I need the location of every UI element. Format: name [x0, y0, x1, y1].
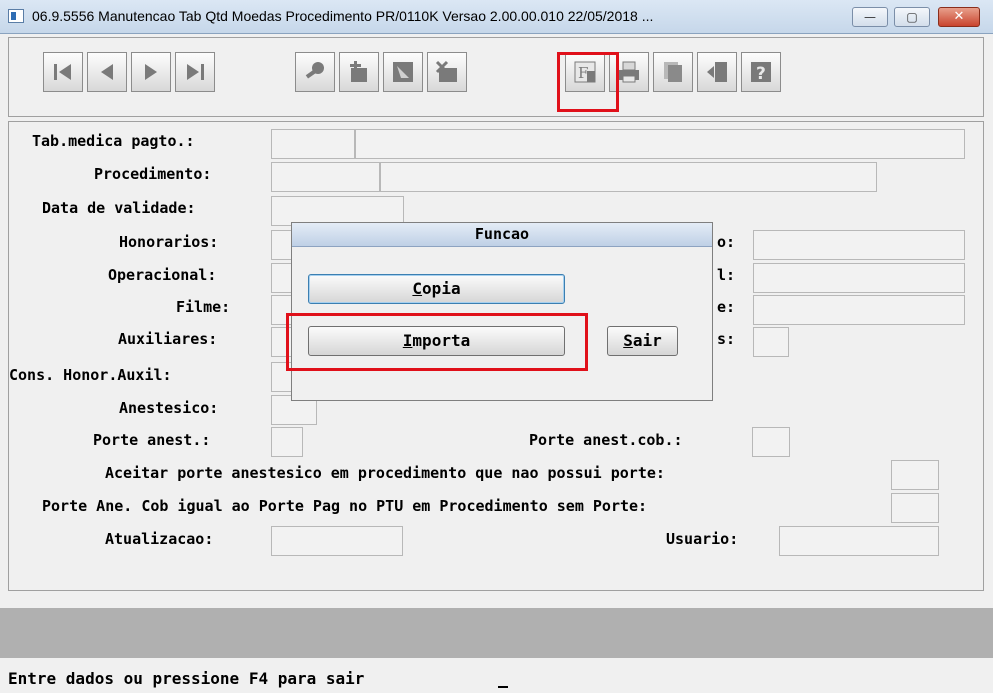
porte-anest-label: Porte anest.:: [93, 431, 211, 449]
tab-medica-code-field[interactable]: [271, 129, 355, 159]
help-question-icon: ?: [751, 62, 771, 84]
filme-label: Filme:: [176, 298, 231, 316]
gray-band: [0, 608, 993, 658]
maximize-icon: ▢: [906, 10, 918, 24]
toolbar: F ?: [8, 37, 984, 117]
usuario-label: Usuario:: [666, 530, 739, 548]
exit-door-icon: [707, 62, 727, 82]
edit-button[interactable]: [383, 52, 423, 92]
status-bar: Entre dados ou pressione F4 para sair: [0, 658, 993, 693]
delete-icon: [435, 60, 457, 82]
cons-honor-auxil-label: Cons. Honor.Auxil:: [9, 366, 172, 384]
right-field-1[interactable]: [753, 230, 965, 260]
help-button[interactable]: ?: [741, 52, 781, 92]
app-icon: [8, 9, 24, 23]
sair-label: air: [632, 331, 662, 350]
sair-button[interactable]: Sair: [607, 326, 678, 356]
function-button-highlight: [557, 52, 619, 112]
window-title: 06.9.5556 Manutencao Tab Qtd Moedas Proc…: [32, 8, 654, 24]
atualizacao-field[interactable]: [271, 526, 403, 556]
maximize-button[interactable]: ▢: [894, 7, 930, 27]
dialog-title: Funcao: [292, 223, 712, 247]
add-button[interactable]: [339, 52, 379, 92]
status-message: Entre dados ou pressione F4 para sair: [8, 669, 365, 688]
close-icon: ✕: [953, 9, 965, 24]
sair-mnemonic: S: [623, 331, 633, 350]
right-label-2: l:: [717, 266, 736, 284]
delete-button[interactable]: [427, 52, 467, 92]
right-label-3: e:: [717, 298, 736, 316]
operacional-label: Operacional:: [108, 266, 217, 284]
right-field-4[interactable]: [753, 327, 789, 357]
auxiliares-label: Auxiliares:: [118, 330, 218, 348]
close-button[interactable]: ✕: [938, 7, 980, 27]
importa-button-highlight: [286, 313, 588, 371]
right-label-1: o:: [717, 233, 736, 251]
right-label-4: s:: [717, 330, 736, 348]
porte-anest-cob-label: Porte anest.cob.:: [529, 431, 683, 449]
procedimento-desc-field[interactable]: [380, 162, 877, 192]
add-icon: [350, 61, 367, 82]
next-record-button[interactable]: [131, 52, 171, 92]
last-icon: [187, 64, 204, 80]
svg-text:?: ?: [756, 64, 766, 84]
porte-anest-cob-field[interactable]: [752, 427, 790, 457]
copia-mnemonic: C: [412, 279, 423, 298]
first-record-button[interactable]: [43, 52, 83, 92]
key-icon: [305, 62, 324, 79]
next-icon: [145, 64, 157, 80]
copia-label: opia: [422, 279, 461, 298]
porte-ane-cob-label: Porte Ane. Cob igual ao Porte Pag no PTU…: [42, 497, 648, 515]
copy-button[interactable]: [653, 52, 693, 92]
previous-icon: [101, 64, 113, 80]
tab-medica-label: Tab.medica pagto.:: [32, 132, 195, 150]
right-field-3[interactable]: [753, 295, 965, 325]
printer-icon: [619, 61, 639, 83]
minimize-icon: —: [864, 10, 876, 24]
usuario-field[interactable]: [779, 526, 939, 556]
procedimento-code-field[interactable]: [271, 162, 380, 192]
procedimento-label: Procedimento:: [94, 165, 212, 183]
copy-icon: [664, 62, 682, 82]
exit-button[interactable]: [697, 52, 737, 92]
copia-button[interactable]: Copia: [308, 274, 565, 304]
data-validade-label: Data de validade:: [42, 199, 196, 217]
aceitar-porte-label: Aceitar porte anestesico em procedimento…: [105, 464, 665, 482]
window-title-bar: 06.9.5556 Manutencao Tab Qtd Moedas Proc…: [0, 0, 993, 34]
right-field-2[interactable]: [753, 263, 965, 293]
edit-icon: [393, 62, 413, 82]
porte-ane-cob-field[interactable]: [891, 493, 939, 523]
aceitar-porte-field[interactable]: [891, 460, 939, 490]
minimize-button[interactable]: —: [852, 7, 888, 27]
last-record-button[interactable]: [175, 52, 215, 92]
porte-anest-field[interactable]: [271, 427, 303, 457]
atualizacao-label: Atualizacao:: [105, 530, 214, 548]
funcao-dialog: Funcao Copia Importa Sair: [291, 222, 713, 401]
previous-record-button[interactable]: [87, 52, 127, 92]
text-cursor: [498, 686, 508, 688]
search-button[interactable]: [295, 52, 335, 92]
honorarios-label: Honorarios:: [119, 233, 219, 251]
anestesico-label: Anestesico:: [119, 399, 219, 417]
tab-medica-desc-field[interactable]: [355, 129, 965, 159]
first-icon: [54, 64, 71, 80]
